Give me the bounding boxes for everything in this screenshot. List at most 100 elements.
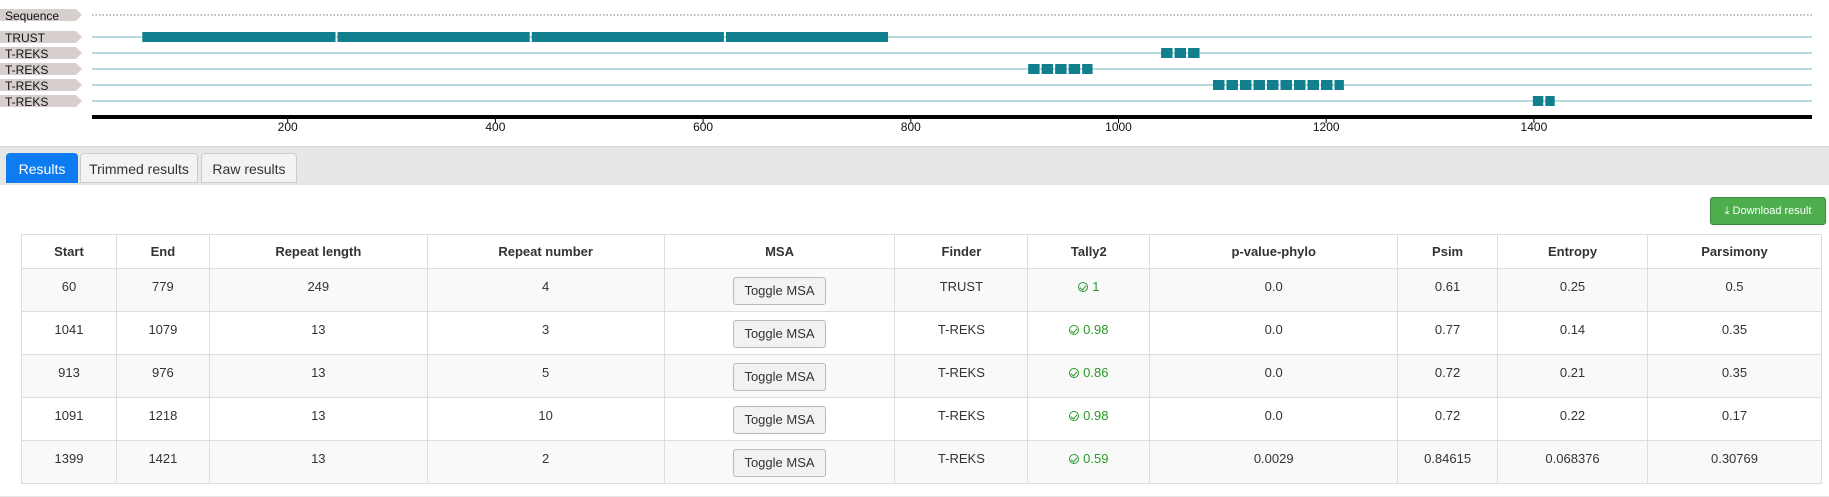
check-circle-icon [1069,454,1080,464]
cell-repeat-length: 13 [208,354,428,398]
repeat-segment[interactable] [531,32,724,42]
check-circle-icon [1069,411,1080,421]
cell-psim: 0.84615 [1397,440,1499,484]
header-start: Start [21,234,117,269]
tally2-value: 0.98 [1069,408,1108,423]
table-row: 1399 1421 13 2 Toggle MSA T-REKS 0.59 0.0029 0.8… [21,440,1823,484]
toggle-msa-button[interactable]: Toggle MSA [733,320,826,348]
repeat-segment[interactable] [1174,48,1187,58]
axis-tick-label: 1400 [1521,120,1548,134]
repeat-segment[interactable] [1213,80,1225,90]
repeat-segment[interactable] [1240,80,1252,90]
cell-entropy: 0.25 [1497,268,1648,312]
cell-repeat-length: 13 [208,311,428,355]
cell-finder: TRUST [894,268,1029,312]
repeat-segment[interactable] [1082,64,1093,74]
cell-finder: T-REKS [894,397,1029,441]
download-label: Download result [1732,205,1812,217]
cell-end: 1218 [115,397,210,441]
repeat-segment[interactable] [1028,64,1040,74]
table-row: 1091 1218 13 10 Toggle MSA T-REKS 0.98 0.0 0.72 0… [21,397,1823,441]
repeat-segment[interactable] [1161,48,1173,58]
header-end: End [115,234,210,269]
cell-finder: T-REKS [894,440,1029,484]
cell-parsimony: 0.17 [1646,397,1823,441]
cell-psim: 0.72 [1397,397,1499,441]
repeat-segment[interactable] [1055,64,1067,74]
cell-parsimony: 0.5 [1646,268,1823,312]
repeat-segment[interactable] [1068,64,1081,74]
toggle-msa-button[interactable]: Toggle MSA [733,449,826,477]
axis-tick-label: 600 [693,120,713,134]
tally2-value: 0.59 [1069,451,1108,466]
repeat-segment[interactable] [1188,48,1200,58]
table-row: 1041 1079 13 3 Toggle MSA T-REKS 0.98 0.0 0.77 0.… [21,311,1823,355]
cell-p-value-phylo: 0.0029 [1149,440,1399,484]
table-row: 60 779 249 4 Toggle MSA TRUST 1 0.0 0.61 0.25 0.5 [21,268,1823,312]
cell-p-value-phylo: 0.0 [1149,268,1399,312]
track-row-label: T-REKS [5,79,48,93]
sequence-axis [92,115,1812,119]
cell-start: 1399 [21,440,117,484]
header-repeat-number: Repeat number [426,234,665,269]
cell-entropy: 0.22 [1497,397,1648,441]
tally2-number: 0.98 [1083,322,1109,337]
cell-entropy: 0.21 [1497,354,1648,398]
check-circle-icon [1069,325,1080,335]
cell-start: 1041 [21,311,117,355]
axis-tick-label: 1200 [1313,120,1340,134]
cell-repeat-number: 10 [426,397,665,441]
toggle-msa-button[interactable]: Toggle MSA [733,406,826,434]
repeat-segment[interactable] [1041,64,1054,74]
cell-tally2: 0.98 [1027,311,1151,355]
toggle-msa-button[interactable]: Toggle MSA [733,277,826,305]
toggle-msa-button[interactable]: Toggle MSA [733,363,826,391]
cell-tally2: 0.86 [1027,354,1151,398]
tally2-value: 1 [1078,279,1099,294]
cell-end: 1421 [115,440,210,484]
repeat-segment[interactable] [142,32,336,42]
results-table: Start End Repeat length Repeat number MS… [21,234,1823,484]
cell-tally2: 0.98 [1027,397,1151,441]
cell-repeat-number: 2 [426,440,665,484]
repeat-segment[interactable] [1321,80,1333,90]
tab-trimmed-results[interactable]: Trimmed results [80,153,198,183]
track-row-label: T-REKS [5,95,48,109]
tab-results[interactable]: Results [6,153,78,183]
cell-repeat-length: 249 [208,268,428,312]
repeat-segment[interactable] [1294,80,1306,90]
repeat-segment[interactable] [1226,80,1238,90]
cell-msa: Toggle MSA [663,311,896,355]
cell-repeat-number: 4 [426,268,665,312]
tab-raw-results[interactable]: Raw results [201,153,297,183]
table-header-row: Start End Repeat length Repeat number MS… [21,234,1823,269]
repeat-segment[interactable] [337,32,530,42]
cell-psim: 0.77 [1397,311,1499,355]
tally2-value: 0.98 [1069,322,1108,337]
cell-parsimony: 0.35 [1646,311,1823,355]
cell-msa: Toggle MSA [663,397,896,441]
cell-entropy: 0.068376 [1497,440,1648,484]
header-entropy: Entropy [1497,234,1648,269]
download-result-button[interactable]: ⤓ Download result [1710,197,1826,225]
cell-parsimony: 0.30769 [1646,440,1823,484]
cell-psim: 0.72 [1397,354,1499,398]
axis-tick-label: 400 [485,120,505,134]
repeat-segment[interactable] [1307,80,1319,90]
repeat-segment[interactable] [725,32,888,42]
repeat-segment[interactable] [1267,80,1279,90]
header-msa: MSA [663,234,896,269]
cell-repeat-length: 13 [208,440,428,484]
track-row-label: T-REKS [5,63,48,77]
cell-msa: Toggle MSA [663,440,896,484]
repeat-segment[interactable] [1334,80,1344,90]
repeat-segment[interactable] [1532,96,1544,106]
repeat-segment[interactable] [1253,80,1265,90]
repeat-segment[interactable] [1545,96,1555,106]
cell-finder: T-REKS [894,354,1029,398]
repeat-segment[interactable] [1280,80,1292,90]
cell-parsimony: 0.35 [1646,354,1823,398]
sequence-label: Sequence [5,9,59,23]
tally2-value: 0.86 [1069,365,1108,380]
cell-tally2: 1 [1027,268,1151,312]
